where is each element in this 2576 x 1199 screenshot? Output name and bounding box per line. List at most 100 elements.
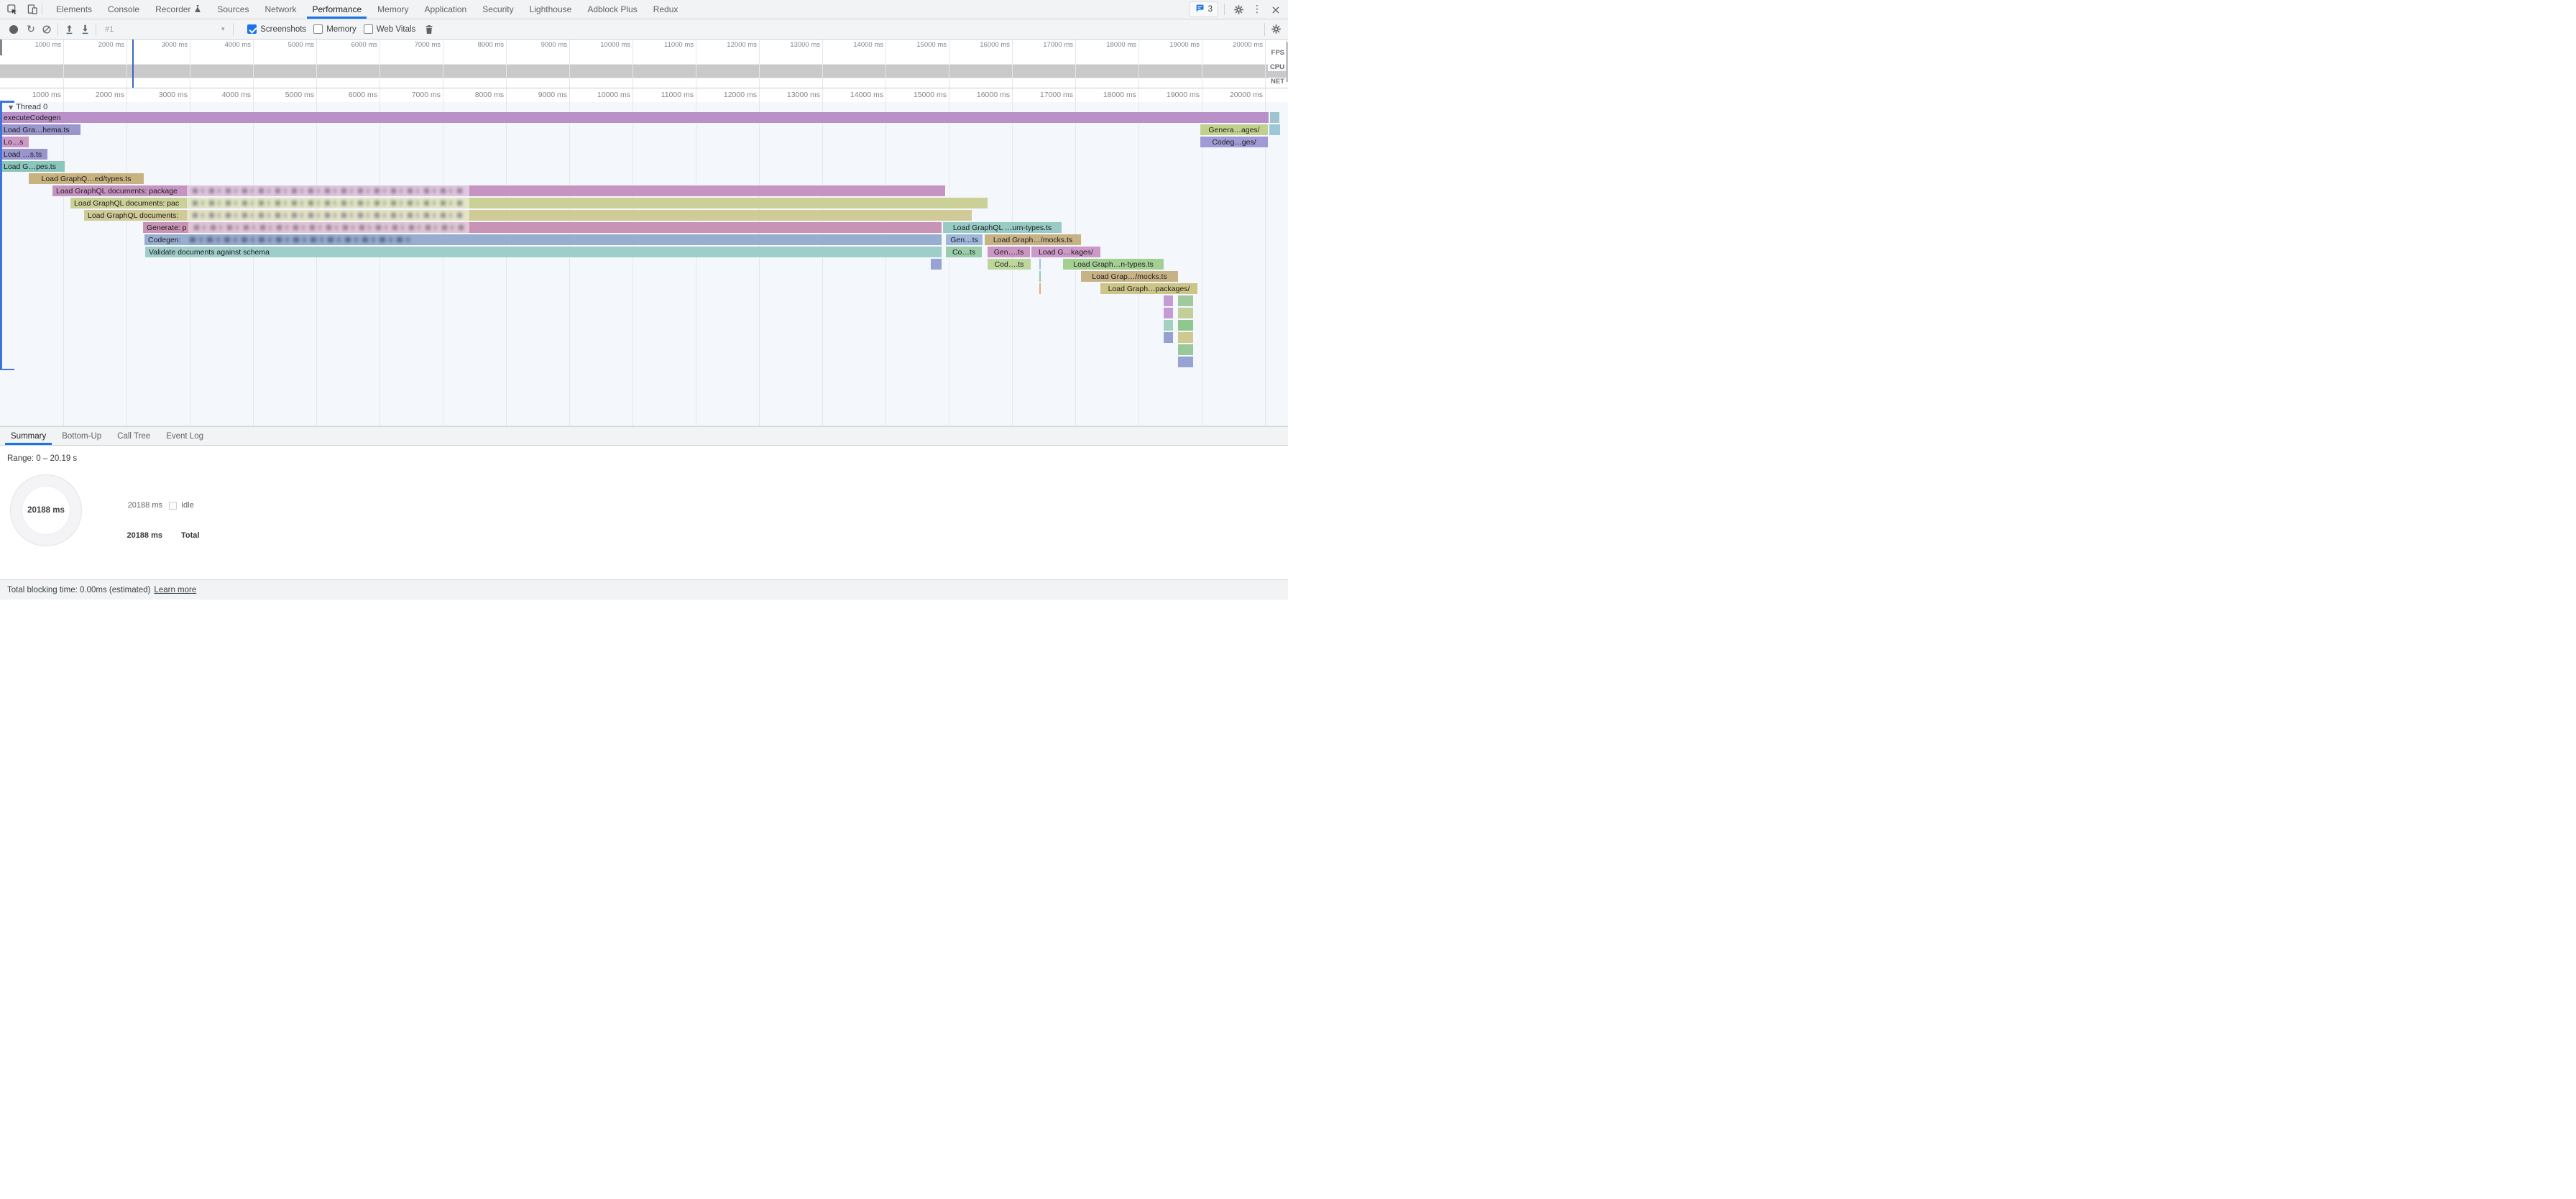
ruler-tick-label: 5000 ms [265, 91, 314, 99]
flame-span[interactable]: Load GraphQL documents: pac [70, 198, 988, 208]
tab-memory[interactable]: Memory [369, 0, 416, 19]
record-button[interactable] [9, 25, 18, 34]
tab-call-tree[interactable]: Call Tree [109, 427, 158, 445]
flame-span[interactable]: Genera…ages/ [1200, 124, 1268, 135]
more-options-icon[interactable]: ⋮ [1249, 1, 1265, 17]
tab-sources[interactable]: Sources [209, 0, 257, 19]
details-tabbar: Summary Bottom-Up Call Tree Event Log [0, 426, 1288, 446]
overview-gridline [126, 40, 127, 88]
overview-tick-label: 18000 ms [1087, 41, 1136, 49]
legend-total-value: 20188 ms [119, 531, 162, 540]
tab-summary[interactable]: Summary [3, 427, 54, 445]
overview-gridline [759, 40, 760, 88]
flame-span[interactable]: Load GraphQ…ed/types.ts [29, 173, 144, 184]
flame-span-block[interactable] [1178, 332, 1193, 343]
feedback-button[interactable]: 3 [1189, 1, 1218, 17]
web-vitals-checkbox[interactable]: Web Vitals [364, 24, 416, 34]
tab-redux[interactable]: Redux [645, 0, 686, 19]
history-caret-icon[interactable]: ▾ [221, 26, 225, 33]
net-lane-label: NET [1269, 78, 1287, 86]
tab-security[interactable]: Security [474, 0, 521, 19]
tab-adblock-plus[interactable]: Adblock Plus [579, 0, 645, 19]
tab-console[interactable]: Console [100, 0, 147, 19]
learn-more-link[interactable]: Learn more [154, 586, 196, 594]
flame-span[interactable]: Codegen: [144, 234, 942, 245]
inspect-element-icon[interactable] [6, 3, 19, 16]
device-toolbar-icon[interactable] [26, 3, 39, 16]
ruler-tick-label: 12000 ms [708, 91, 757, 99]
flame-span[interactable]: Load Graph…packages/ [1100, 283, 1197, 294]
memory-checkbox-box[interactable] [313, 24, 323, 34]
flame-span[interactable]: Load GraphQL …urn-types.ts [943, 222, 1062, 233]
flame-span[interactable]: Load Grap…/mocks.ts [1081, 271, 1178, 282]
summary-legend: 20188 ms Idle 20188 ms Total [119, 495, 199, 546]
history-select[interactable]: #1 [105, 25, 114, 34]
tab-application[interactable]: Application [417, 0, 475, 19]
delete-recording-icon[interactable] [421, 22, 437, 37]
flame-span[interactable]: Load GraphQL documents: package [52, 185, 945, 196]
track-selection-bracket-bottom [0, 369, 14, 371]
tab-performance[interactable]: Performance [304, 0, 369, 19]
clear-icon[interactable] [39, 22, 55, 37]
ruler-tick-label: 1000 ms [12, 91, 61, 99]
tab-event-log[interactable]: Event Log [158, 427, 211, 445]
flame-span[interactable]: Cod….ts [988, 259, 1031, 270]
flame-span[interactable]: Gen…ts [946, 234, 983, 245]
reload-and-record-icon[interactable]: ↻ [23, 22, 39, 37]
flame-span-block[interactable] [1270, 112, 1279, 123]
tab-lighthouse[interactable]: Lighthouse [522, 0, 580, 19]
overview-tick-label: 2000 ms [75, 41, 124, 49]
flame-span-block[interactable] [1178, 295, 1193, 306]
redacted-text [188, 222, 469, 233]
flame-span[interactable]: Validate documents against schema [145, 247, 942, 257]
flame-span-block[interactable] [1178, 320, 1193, 331]
flame-span[interactable]: Co…ts [946, 247, 982, 257]
timeline-overview[interactable]: 1000 ms2000 ms3000 ms4000 ms5000 ms6000 … [0, 40, 1288, 88]
overview-right-handle[interactable] [1286, 42, 1288, 82]
tab-network[interactable]: Network [257, 0, 304, 19]
collapse-triangle-icon[interactable]: ▼ [9, 104, 13, 111]
flame-span[interactable]: Load Graph…/mocks.ts [985, 234, 1081, 245]
flame-span-block[interactable] [1178, 344, 1193, 355]
flame-span-block[interactable] [1164, 308, 1173, 318]
flame-span[interactable]: Codeg…ges/ [1200, 137, 1268, 147]
overview-tick-label: 14000 ms [834, 41, 883, 49]
capture-settings-gear-icon[interactable] [1268, 22, 1284, 37]
flame-span[interactable]: Generate: p [143, 222, 942, 233]
flame-span[interactable]: Load Gra…hema.ts [0, 124, 80, 135]
ruler-tick-label: 14000 ms [834, 91, 883, 99]
memory-checkbox[interactable]: Memory [313, 24, 356, 34]
flame-span-block[interactable] [1039, 271, 1041, 282]
flame-span[interactable]: Lo…s [0, 137, 29, 147]
flame-span-block[interactable] [931, 259, 942, 270]
flame-span[interactable]: Load …s.ts [0, 149, 47, 160]
flame-span-block[interactable] [1039, 283, 1041, 294]
tab-elements[interactable]: Elements [48, 0, 100, 19]
flame-span-block[interactable] [1164, 332, 1173, 343]
flame-span[interactable]: Load G…pes.ts [0, 161, 65, 172]
flame-span[interactable]: Load G…kages/ [1031, 247, 1100, 257]
flame-span-block[interactable] [1178, 357, 1193, 367]
settings-gear-icon[interactable] [1230, 1, 1246, 17]
tab-bottom-up[interactable]: Bottom-Up [54, 427, 109, 445]
load-profile-icon[interactable] [61, 22, 77, 37]
flame-span-block[interactable] [1178, 308, 1193, 318]
web-vitals-checkbox-box[interactable] [364, 24, 373, 34]
flame-chart-area[interactable]: 1000 ms2000 ms3000 ms4000 ms5000 ms6000 … [0, 88, 1288, 426]
flame-span-block[interactable] [1164, 320, 1173, 331]
flame-span-block[interactable] [1164, 295, 1173, 306]
overview-cursor-line [132, 40, 134, 88]
overview-left-handle[interactable] [0, 40, 2, 55]
flame-span[interactable]: Load GraphQL documents: [84, 210, 972, 221]
save-profile-icon[interactable] [77, 22, 93, 37]
flame-span-block[interactable] [1039, 259, 1041, 270]
screenshots-checkbox-box[interactable] [247, 24, 257, 34]
flame-span[interactable]: executeCodegen [0, 112, 1269, 123]
tab-recorder[interactable]: Recorder [147, 0, 209, 19]
close-devtools-icon[interactable]: × [1268, 1, 1284, 17]
thread-header[interactable]: ▼Thread 0 [9, 103, 47, 111]
flame-span[interactable]: Load Graph…n-types.ts [1063, 259, 1164, 270]
screenshots-checkbox[interactable]: Screenshots [247, 24, 306, 34]
flame-span[interactable]: Gen….ts [988, 247, 1030, 257]
flame-span-block[interactable] [1269, 124, 1280, 135]
